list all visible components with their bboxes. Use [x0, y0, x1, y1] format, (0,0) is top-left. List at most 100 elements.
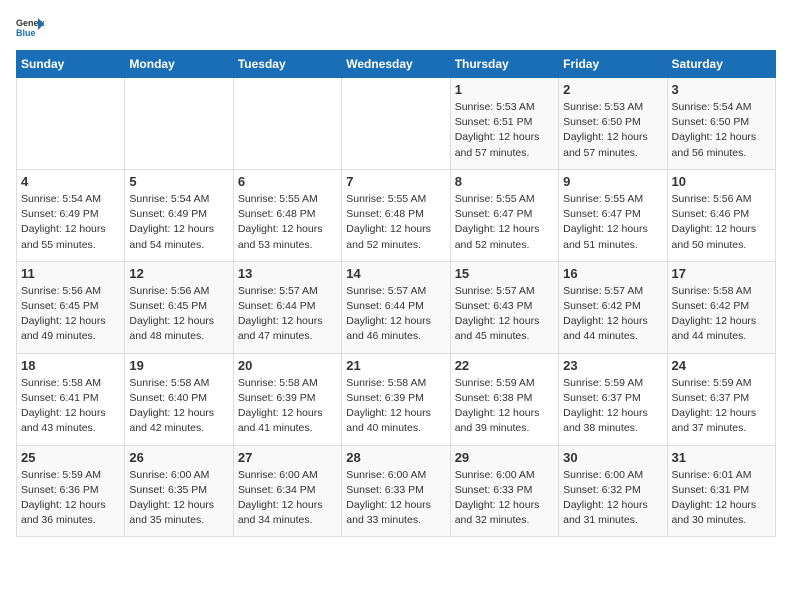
- calendar-cell: 30Sunrise: 6:00 AM Sunset: 6:32 PM Dayli…: [559, 445, 667, 537]
- day-number: 26: [129, 450, 228, 465]
- week-row-5: 25Sunrise: 5:59 AM Sunset: 6:36 PM Dayli…: [17, 445, 776, 537]
- day-number: 18: [21, 358, 120, 373]
- day-detail: Sunrise: 5:55 AM Sunset: 6:47 PM Dayligh…: [455, 192, 554, 253]
- calendar-cell: 27 Sunrise: 6:00 AM Sunset: 6:34 PM Dayli…: [233, 445, 341, 537]
- day-detail: Sunrise: 5:54 AM Sunset: 6:49 PM Dayligh…: [129, 192, 228, 253]
- calendar-cell: 12 Sunrise: 5:56 AM Sunset: 6:45 PM Dayli…: [125, 261, 233, 353]
- day-detail: Sunrise: 5:56 AM Sunset: 6:45 PM Dayligh…: [129, 284, 228, 345]
- day-number: 16: [563, 266, 662, 281]
- day-number: 23: [563, 358, 662, 373]
- calendar-cell: [233, 78, 341, 170]
- day-number: 1: [455, 82, 554, 97]
- day-number: 14: [346, 266, 445, 281]
- day-number: 22: [455, 358, 554, 373]
- calendar-cell: 22Sunrise: 5:59 AM Sunset: 6:38 PM Dayli…: [450, 353, 558, 445]
- header-cell-monday: Monday: [125, 51, 233, 78]
- day-detail: Sunrise: 5:59 AM Sunset: 6:37 PM Dayligh…: [563, 376, 662, 437]
- calendar-cell: 11 Sunrise: 5:56 AM Sunset: 6:45 PM Dayli…: [17, 261, 125, 353]
- week-row-3: 11 Sunrise: 5:56 AM Sunset: 6:45 PM Dayli…: [17, 261, 776, 353]
- svg-text:Blue: Blue: [16, 28, 36, 38]
- day-detail: Sunrise: 6:00 AM Sunset: 6:32 PM Dayligh…: [563, 468, 662, 529]
- header-row: SundayMondayTuesdayWednesdayThursdayFrid…: [17, 51, 776, 78]
- calendar-cell: 31Sunrise: 6:01 AM Sunset: 6:31 PM Dayli…: [667, 445, 775, 537]
- calendar-cell: 20Sunrise: 5:58 AM Sunset: 6:39 PM Dayli…: [233, 353, 341, 445]
- day-number: 21: [346, 358, 445, 373]
- day-number: 11: [21, 266, 120, 281]
- day-number: 28: [346, 450, 445, 465]
- calendar-cell: [342, 78, 450, 170]
- day-detail: Sunrise: 6:00 AM Sunset: 6:35 PM Dayligh…: [129, 468, 228, 529]
- day-number: 27: [238, 450, 337, 465]
- calendar-cell: 17Sunrise: 5:58 AM Sunset: 6:42 PM Dayli…: [667, 261, 775, 353]
- calendar-cell: 24Sunrise: 5:59 AM Sunset: 6:37 PM Dayli…: [667, 353, 775, 445]
- day-number: 9: [563, 174, 662, 189]
- day-detail: Sunrise: 5:58 AM Sunset: 6:41 PM Dayligh…: [21, 376, 120, 437]
- calendar-cell: 16 Sunrise: 5:57 AM Sunset: 6:42 PM Dayli…: [559, 261, 667, 353]
- calendar-cell: 13 Sunrise: 5:57 AM Sunset: 6:44 PM Dayli…: [233, 261, 341, 353]
- header: General Blue: [16, 16, 776, 38]
- header-cell-thursday: Thursday: [450, 51, 558, 78]
- calendar-body: 1 Sunrise: 5:53 AM Sunset: 6:51 PM Daylig…: [17, 78, 776, 537]
- logo: General Blue: [16, 16, 44, 38]
- calendar-cell: 5 Sunrise: 5:54 AM Sunset: 6:49 PM Daylig…: [125, 169, 233, 261]
- calendar-cell: 7 Sunrise: 5:55 AM Sunset: 6:48 PM Daylig…: [342, 169, 450, 261]
- day-detail: Sunrise: 6:00 AM Sunset: 6:34 PM Dayligh…: [238, 468, 337, 529]
- day-detail: Sunrise: 6:00 AM Sunset: 6:33 PM Dayligh…: [455, 468, 554, 529]
- calendar-header: SundayMondayTuesdayWednesdayThursdayFrid…: [17, 51, 776, 78]
- day-number: 2: [563, 82, 662, 97]
- day-detail: Sunrise: 5:57 AM Sunset: 6:44 PM Dayligh…: [238, 284, 337, 345]
- day-detail: Sunrise: 5:56 AM Sunset: 6:46 PM Dayligh…: [672, 192, 771, 253]
- header-cell-friday: Friday: [559, 51, 667, 78]
- header-cell-tuesday: Tuesday: [233, 51, 341, 78]
- calendar-cell: 15 Sunrise: 5:57 AM Sunset: 6:43 PM Dayli…: [450, 261, 558, 353]
- day-number: 29: [455, 450, 554, 465]
- day-detail: Sunrise: 5:54 AM Sunset: 6:49 PM Dayligh…: [21, 192, 120, 253]
- calendar-cell: [17, 78, 125, 170]
- day-detail: Sunrise: 5:53 AM Sunset: 6:50 PM Dayligh…: [563, 100, 662, 161]
- day-detail: Sunrise: 5:58 AM Sunset: 6:42 PM Dayligh…: [672, 284, 771, 345]
- day-number: 3: [672, 82, 771, 97]
- day-detail: Sunrise: 5:56 AM Sunset: 6:45 PM Dayligh…: [21, 284, 120, 345]
- day-detail: Sunrise: 6:01 AM Sunset: 6:31 PM Dayligh…: [672, 468, 771, 529]
- calendar-cell: 14Sunrise: 5:57 AM Sunset: 6:44 PM Dayli…: [342, 261, 450, 353]
- calendar-cell: 4Sunrise: 5:54 AM Sunset: 6:49 PM Daylig…: [17, 169, 125, 261]
- day-detail: Sunrise: 5:58 AM Sunset: 6:40 PM Dayligh…: [129, 376, 228, 437]
- day-number: 20: [238, 358, 337, 373]
- calendar-cell: 2 Sunrise: 5:53 AM Sunset: 6:50 PM Daylig…: [559, 78, 667, 170]
- day-detail: Sunrise: 5:57 AM Sunset: 6:43 PM Dayligh…: [455, 284, 554, 345]
- calendar-cell: [125, 78, 233, 170]
- day-number: 19: [129, 358, 228, 373]
- header-cell-wednesday: Wednesday: [342, 51, 450, 78]
- calendar-cell: 19 Sunrise: 5:58 AM Sunset: 6:40 PM Dayli…: [125, 353, 233, 445]
- week-row-1: 1 Sunrise: 5:53 AM Sunset: 6:51 PM Daylig…: [17, 78, 776, 170]
- calendar-cell: 10 Sunrise: 5:56 AM Sunset: 6:46 PM Dayli…: [667, 169, 775, 261]
- day-detail: Sunrise: 5:58 AM Sunset: 6:39 PM Dayligh…: [346, 376, 445, 437]
- logo-icon: General Blue: [16, 16, 44, 38]
- day-number: 10: [672, 174, 771, 189]
- day-detail: Sunrise: 5:53 AM Sunset: 6:51 PM Dayligh…: [455, 100, 554, 161]
- calendar-cell: 26 Sunrise: 6:00 AM Sunset: 6:35 PM Dayli…: [125, 445, 233, 537]
- calendar-cell: 1 Sunrise: 5:53 AM Sunset: 6:51 PM Daylig…: [450, 78, 558, 170]
- calendar-cell: 23 Sunrise: 5:59 AM Sunset: 6:37 PM Dayli…: [559, 353, 667, 445]
- day-number: 12: [129, 266, 228, 281]
- day-number: 13: [238, 266, 337, 281]
- day-number: 8: [455, 174, 554, 189]
- week-row-2: 4Sunrise: 5:54 AM Sunset: 6:49 PM Daylig…: [17, 169, 776, 261]
- calendar-cell: 8 Sunrise: 5:55 AM Sunset: 6:47 PM Daylig…: [450, 169, 558, 261]
- day-detail: Sunrise: 6:00 AM Sunset: 6:33 PM Dayligh…: [346, 468, 445, 529]
- calendar-cell: 25Sunrise: 5:59 AM Sunset: 6:36 PM Dayli…: [17, 445, 125, 537]
- day-number: 15: [455, 266, 554, 281]
- week-row-4: 18 Sunrise: 5:58 AM Sunset: 6:41 PM Dayli…: [17, 353, 776, 445]
- calendar-cell: 29 Sunrise: 6:00 AM Sunset: 6:33 PM Dayli…: [450, 445, 558, 537]
- day-detail: Sunrise: 5:55 AM Sunset: 6:48 PM Dayligh…: [238, 192, 337, 253]
- day-number: 7: [346, 174, 445, 189]
- day-detail: Sunrise: 5:55 AM Sunset: 6:47 PM Dayligh…: [563, 192, 662, 253]
- day-number: 5: [129, 174, 228, 189]
- calendar-cell: 18 Sunrise: 5:58 AM Sunset: 6:41 PM Dayli…: [17, 353, 125, 445]
- day-detail: Sunrise: 5:57 AM Sunset: 6:42 PM Dayligh…: [563, 284, 662, 345]
- day-detail: Sunrise: 5:59 AM Sunset: 6:37 PM Dayligh…: [672, 376, 771, 437]
- day-detail: Sunrise: 5:54 AM Sunset: 6:50 PM Dayligh…: [672, 100, 771, 161]
- day-detail: Sunrise: 5:55 AM Sunset: 6:48 PM Dayligh…: [346, 192, 445, 253]
- calendar-cell: 21 Sunrise: 5:58 AM Sunset: 6:39 PM Dayli…: [342, 353, 450, 445]
- day-number: 25: [21, 450, 120, 465]
